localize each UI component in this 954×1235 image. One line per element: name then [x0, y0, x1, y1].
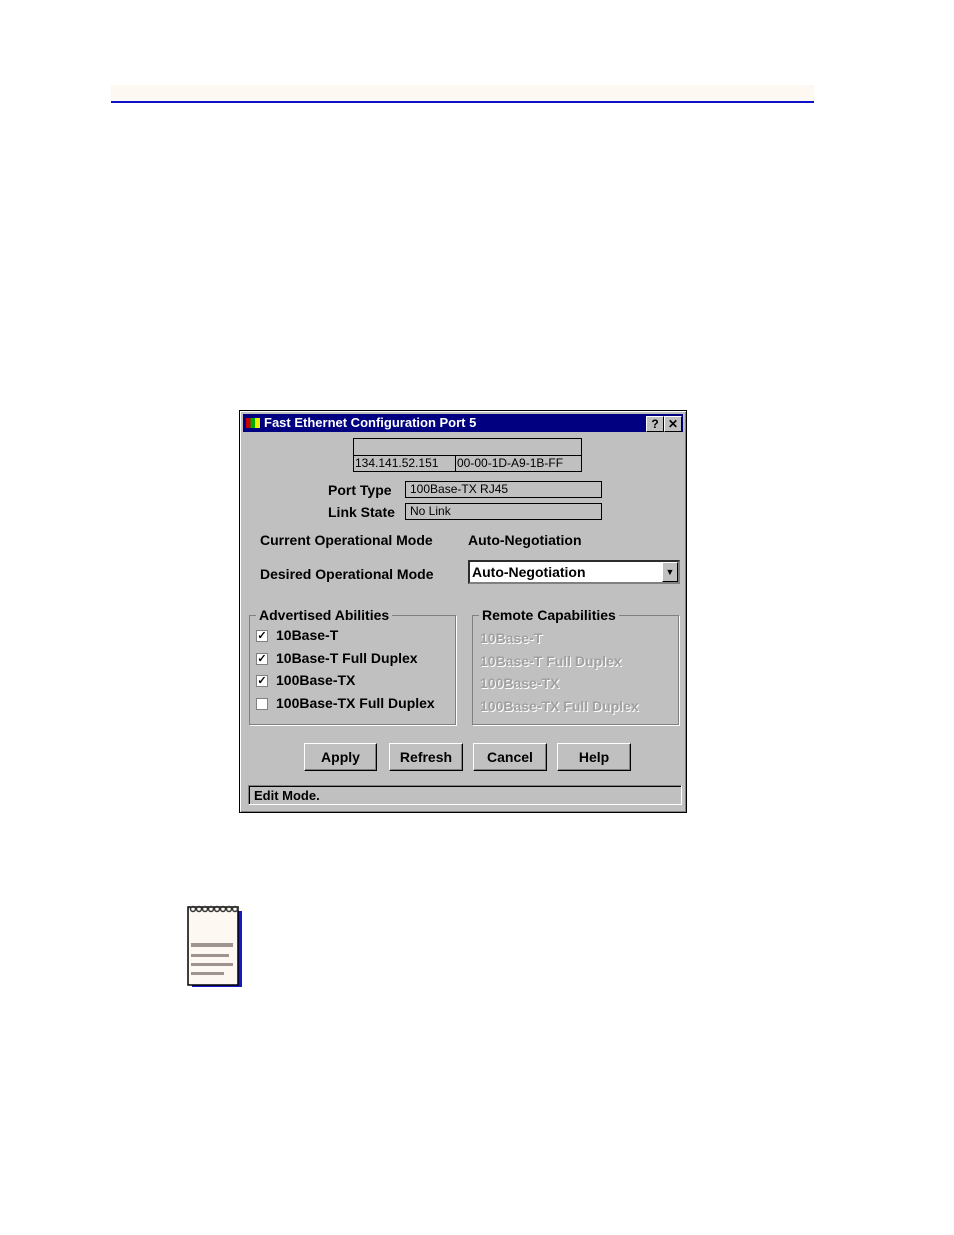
current-mode-label: Current Operational Mode	[260, 532, 433, 548]
remote-100base-tx: 100Base-TX	[480, 675, 560, 691]
help-button[interactable]: Help	[557, 743, 631, 771]
link-state-label: Link State	[328, 504, 395, 520]
label-100base-tx-fd: 100Base-TX Full Duplex	[276, 695, 435, 711]
port-type-field: 100Base-TX RJ45	[405, 481, 602, 498]
advertised-abilities-title: Advertised Abilities	[256, 607, 393, 623]
notepad-icon	[186, 903, 246, 994]
status-bar: Edit Mode.	[248, 785, 682, 805]
checkbox-10base-t[interactable]: ✓	[256, 630, 268, 642]
help-title-button[interactable]: ?	[646, 416, 664, 432]
remote-capabilities-group: Remote Capabilities 10Base-T 10Base-T Fu…	[472, 607, 679, 725]
checkbox-10base-t-fd[interactable]: ✓	[256, 653, 268, 665]
close-button[interactable]: ✕	[664, 416, 682, 432]
label-10base-t: 10Base-T	[276, 627, 339, 643]
device-name-field	[353, 438, 582, 456]
current-mode-value: Auto-Negotiation	[468, 532, 582, 548]
remote-100base-tx-fd: 100Base-TX Full Duplex	[480, 698, 639, 714]
chevron-down-icon[interactable]: ▼	[662, 562, 678, 582]
checkbox-100base-tx[interactable]: ✓	[256, 675, 268, 687]
dialog-title: Fast Ethernet Configuration Port 5	[264, 415, 477, 430]
remote-capabilities-title: Remote Capabilities	[479, 607, 619, 623]
remote-10base-t: 10Base-T	[480, 630, 543, 646]
cancel-button[interactable]: Cancel	[473, 743, 547, 771]
app-icon	[246, 418, 260, 428]
fast-ethernet-config-dialog: Fast Ethernet Configuration Port 5 ? ✕ 1…	[239, 410, 687, 813]
link-state-field: No Link	[405, 503, 602, 520]
label-10base-t-fd: 10Base-T Full Duplex	[276, 650, 418, 666]
desired-mode-value: Auto-Negotiation	[472, 564, 586, 580]
apply-button[interactable]: Apply	[304, 743, 377, 771]
desired-mode-select[interactable]: Auto-Negotiation ▼	[468, 560, 680, 584]
remote-10base-t-fd: 10Base-T Full Duplex	[480, 653, 622, 669]
refresh-button[interactable]: Refresh	[389, 743, 463, 771]
mac-address-field: 00-00-1D-A9-1B-FF	[455, 455, 582, 472]
port-type-label: Port Type	[328, 482, 392, 498]
label-100base-tx: 100Base-TX	[276, 672, 356, 688]
checkbox-100base-tx-fd[interactable]	[256, 698, 268, 710]
page-header-rule	[111, 85, 814, 103]
title-bar: Fast Ethernet Configuration Port 5 ? ✕	[243, 414, 683, 432]
advertised-abilities-group: Advertised Abilities ✓ 10Base-T ✓ 10Base…	[249, 607, 456, 725]
desired-mode-label: Desired Operational Mode	[260, 566, 434, 582]
ip-address-field: 134.141.52.151	[353, 455, 456, 472]
